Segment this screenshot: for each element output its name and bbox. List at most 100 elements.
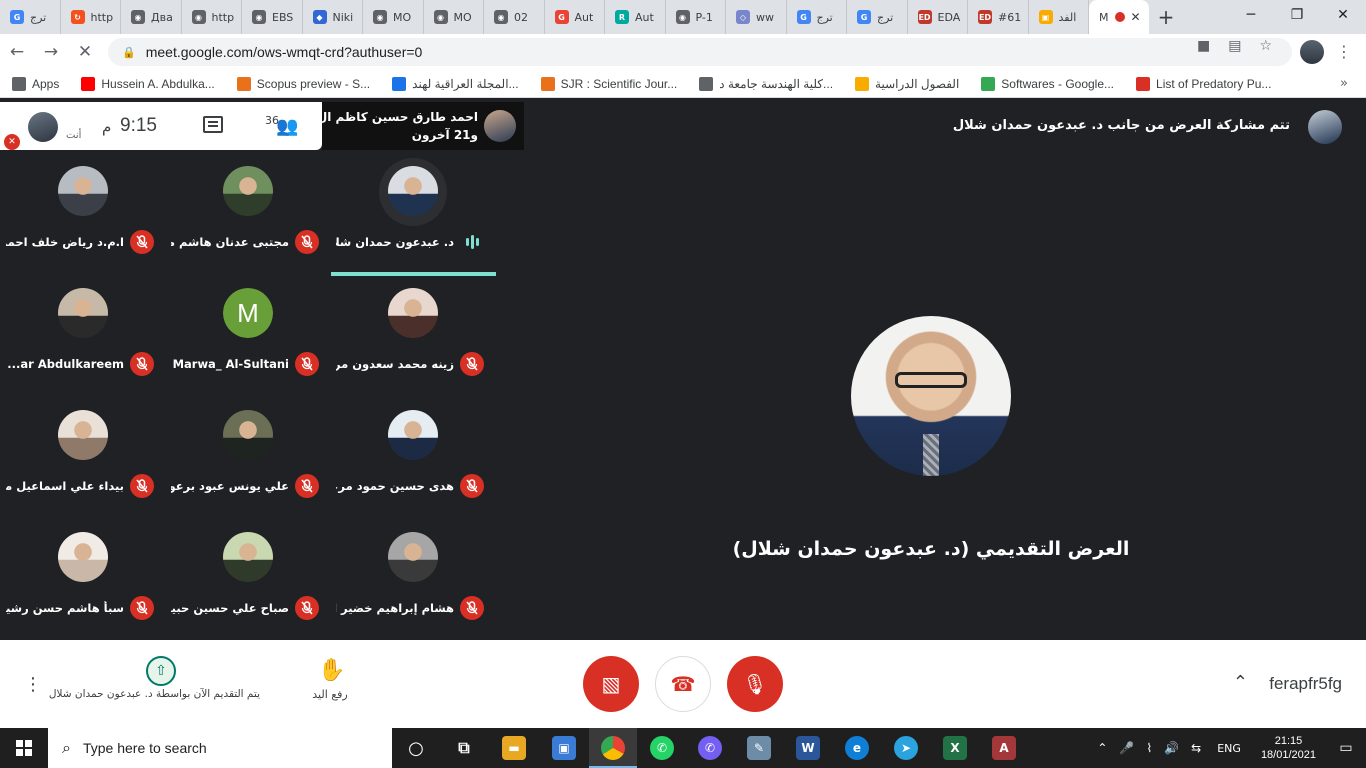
bookmark-item[interactable]: SJR : Scientific Jour...	[540, 76, 677, 91]
participant-tile[interactable]: بيداء علي اسماعيل محم...	[1, 398, 166, 520]
bookmark-item[interactable]: كلية الهندسة جامعة د...	[699, 76, 833, 91]
restore-icon[interactable]: ❐	[1274, 0, 1320, 30]
browser-tab[interactable]: ↻ http	[61, 0, 121, 34]
participant-tile[interactable]: صباح علي حسين حبيد...	[166, 520, 331, 642]
bookmark-item[interactable]: الفصول الدراسية	[855, 76, 959, 91]
back-icon[interactable]: ←	[0, 42, 34, 62]
start-button[interactable]	[0, 728, 48, 768]
bookmark-item[interactable]: Hussein A. Abdulka...	[81, 76, 215, 91]
telegram-icon[interactable]: ➤	[894, 736, 918, 760]
minimize-icon[interactable]: ─	[1228, 0, 1274, 30]
browser-tab[interactable]: ◉ EBS	[242, 0, 303, 34]
url-text[interactable]: meet.google.com/ows-wmqt-crd?authuser=0	[146, 44, 423, 60]
profile-avatar[interactable]	[1300, 40, 1324, 64]
participant-tile[interactable]: سبأ هاشم حسن رشيد ال...	[1, 520, 166, 642]
people-icon[interactable]: 👥	[276, 116, 298, 137]
bookmark-star-icon[interactable]: ☆	[1259, 38, 1272, 54]
browser-tab[interactable]: ◆ Niki	[303, 0, 363, 34]
more-options-icon[interactable]: ⋮	[24, 674, 42, 695]
meeting-code[interactable]: ferapfr5fg	[1269, 674, 1342, 694]
participant-tile[interactable]: هشام إبراهيم خضير العـ...	[331, 520, 496, 642]
file-explorer-icon[interactable]: ▬	[502, 736, 526, 760]
browser-tab[interactable]: ◉ Два	[121, 0, 182, 34]
volume-icon[interactable]: 🔊	[1164, 741, 1179, 755]
taskbar-clock[interactable]: 21:15 18/01/2021	[1261, 734, 1316, 762]
tab-favicon-icon: ▣	[1038, 10, 1053, 24]
browser-tab[interactable]: ◇ ww	[726, 0, 787, 34]
browser-tab[interactable]: ED #61	[968, 0, 1029, 34]
close-window-icon[interactable]: ✕	[1320, 0, 1366, 30]
network-icon[interactable]: ⌇	[1146, 741, 1152, 755]
edge-icon[interactable]: e	[845, 736, 869, 760]
store-icon[interactable]: ▣	[552, 736, 576, 760]
participant-tile[interactable]: زينه محمد سعدون مراد...	[331, 276, 496, 398]
raise-hand-icon[interactable]: ✋	[318, 658, 345, 683]
address-bar[interactable]: 🔒 meet.google.com/ows-wmqt-crd?authuser=…	[108, 38, 1292, 66]
bookmark-item[interactable]: List of Predatory Pu...	[1136, 76, 1271, 91]
mic-off-button[interactable]: 🎙	[727, 656, 783, 712]
browser-tab[interactable]: ◉ MO	[424, 0, 484, 34]
new-tab-icon[interactable]: +	[1149, 5, 1183, 29]
browser-tab[interactable]: G ترج	[787, 0, 847, 34]
participant-tile[interactable]: ...ar Abdulkareem	[1, 276, 166, 398]
presentation-view[interactable]: العرض التقديمي (د. عبدعون حمدان شلال)	[496, 154, 1366, 640]
browser-tab[interactable]: G Aut	[545, 0, 605, 34]
browser-tab[interactable]: ▣ الفد	[1029, 0, 1089, 34]
bookmark-item[interactable]: Apps	[12, 76, 59, 91]
whatsapp-icon[interactable]: ✆	[650, 736, 674, 760]
browser-tab[interactable]: ◉ http	[182, 0, 242, 34]
microphone-tray-icon[interactable]: 🎤	[1119, 741, 1134, 755]
lock-icon[interactable]: 🔒	[122, 46, 136, 59]
present-now-label[interactable]: يتم التقديم الآن بواسطة د. عبدعون حمدان …	[49, 688, 260, 700]
tab-favicon-icon: ◉	[433, 10, 448, 24]
tab-favicon-icon: G	[857, 10, 871, 24]
camera-in-use-icon[interactable]: ■	[1197, 38, 1210, 54]
browser-tab[interactable]: ◉ MO	[363, 0, 424, 34]
browser-tab[interactable]: G ترج	[847, 0, 908, 34]
bookmark-item[interactable]: Softwares - Google...	[981, 76, 1114, 91]
participant-tile[interactable]: M Marwa_ Al-Sultani	[166, 276, 331, 398]
browser-tab[interactable]: G ترج	[0, 0, 61, 34]
participant-tile[interactable]: د. عبدعون حمدان شلال	[331, 154, 496, 276]
participant-tile[interactable]: مجتبى عدنان هاشم محم...	[166, 154, 331, 276]
chat-icon[interactable]	[203, 116, 223, 133]
stop-loading-icon[interactable]: ✕	[68, 42, 102, 62]
bookmark-item[interactable]: المجلة العراقية لهند...	[392, 76, 519, 91]
bookmarks-overflow-icon[interactable]: »	[1340, 76, 1348, 91]
camera-off-button[interactable]: ▧	[583, 656, 639, 712]
bookmark-item[interactable]: Scopus preview - S...	[236, 76, 370, 91]
word-icon[interactable]: W	[796, 736, 820, 760]
tray-expand-icon[interactable]: ⌃	[1097, 741, 1107, 755]
participant-tile[interactable]: هدى حسين حمود مرعي	[331, 398, 496, 520]
excel-icon[interactable]: X	[943, 736, 967, 760]
sync-icon[interactable]: ⇆	[1191, 741, 1201, 755]
browser-menu-icon[interactable]: ⋮	[1336, 42, 1352, 61]
active-tab[interactable]: M ✕	[1089, 0, 1149, 34]
participant-tile[interactable]: علي يونس عبود برعو...	[166, 398, 331, 520]
access-icon[interactable]: A	[992, 736, 1016, 760]
taskbar-search[interactable]: ⌕ Type here to search	[48, 728, 392, 768]
browser-tab[interactable]: ◉ P-1	[666, 0, 726, 34]
raise-hand-label[interactable]: رفع اليد	[300, 688, 360, 701]
present-now-icon[interactable]: ⇧	[146, 656, 176, 686]
translate-icon[interactable]: ▤	[1228, 38, 1241, 54]
taskbar-search-placeholder[interactable]: Type here to search	[83, 740, 207, 756]
participant-tile[interactable]: ا.م.د رياض خلف احمد ...	[1, 154, 166, 276]
chrome-icon[interactable]	[601, 736, 625, 760]
leave-call-button[interactable]: ☎	[655, 656, 711, 712]
browser-tab[interactable]: R Aut	[605, 0, 666, 34]
notification-icon[interactable]: ▭	[1326, 740, 1366, 756]
forward-icon[interactable]: →	[34, 42, 68, 62]
task-view-icon[interactable]: ⧉	[452, 736, 476, 760]
paint-icon[interactable]: ✎	[747, 736, 771, 760]
browser-tab[interactable]: ◉ 02	[484, 0, 545, 34]
meeting-status-box: ✕ أنت م 9:15 36 👥	[0, 102, 322, 150]
close-tab-icon[interactable]: ✕	[1131, 10, 1141, 24]
input-language[interactable]: ENG	[1217, 742, 1241, 755]
browser-tab[interactable]: ED EDA	[908, 0, 968, 34]
participant-avatar	[388, 410, 438, 460]
active-speakers-box[interactable]: احمد طارق حسين كاظم ال... و21 آخرون	[303, 102, 524, 150]
cortana-icon[interactable]: ○	[404, 736, 428, 760]
viber-icon[interactable]: ✆	[698, 736, 722, 760]
chevron-up-icon[interactable]: ⌃	[1233, 672, 1248, 693]
